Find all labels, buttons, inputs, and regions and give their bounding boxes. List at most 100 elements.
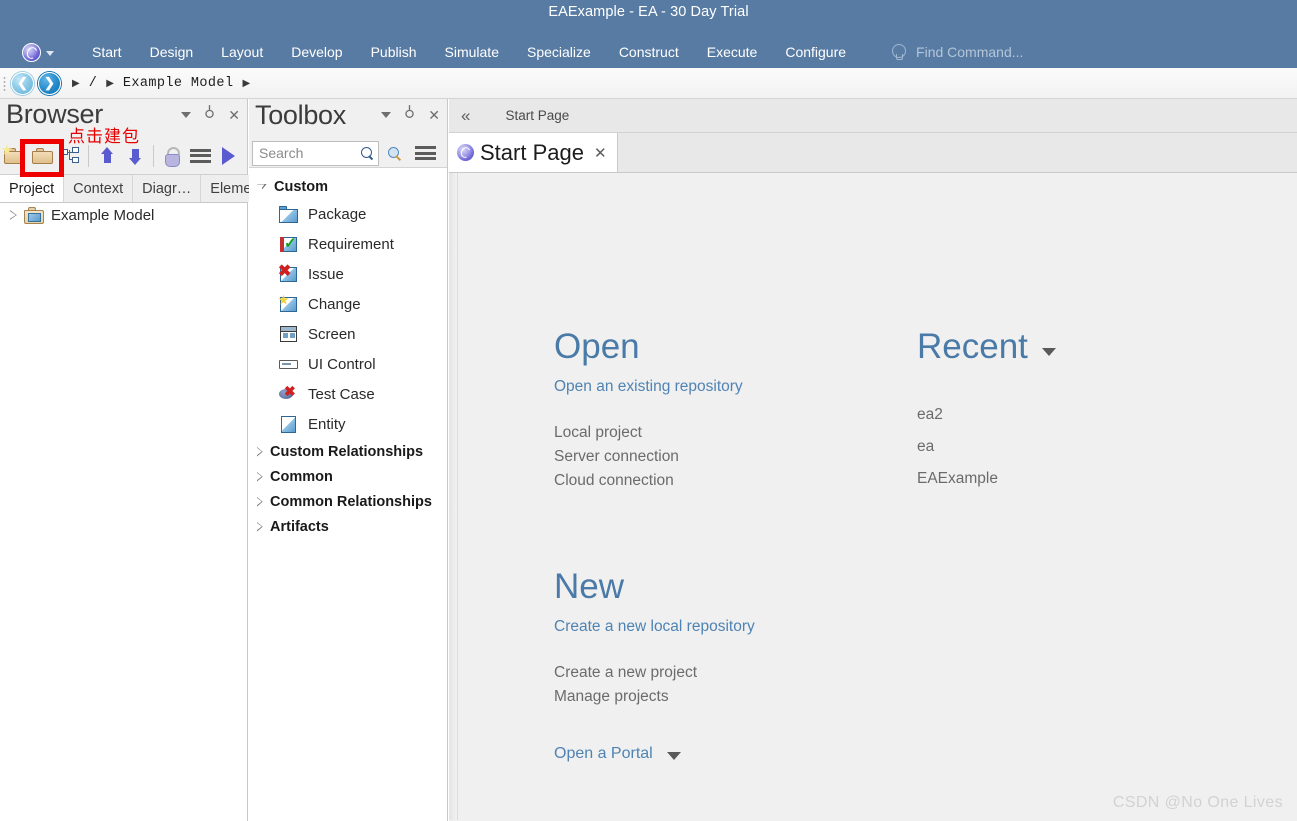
toolbox-item-label: Change <box>308 295 361 313</box>
open-a-portal-button[interactable]: Open a Portal <box>554 745 884 763</box>
chevron-right-icon <box>257 497 263 507</box>
toolbox-group-custom[interactable]: Custom <box>249 174 447 199</box>
close-icon[interactable]: ✕ <box>228 108 240 122</box>
toolbox-group-common[interactable]: Common <box>249 464 447 489</box>
new-model-button[interactable] <box>0 141 28 171</box>
move-down-icon <box>128 147 142 165</box>
document-tab-label: Start Page <box>480 139 584 165</box>
toolbox-item-requirement[interactable]: ✓ Requirement <box>249 229 447 259</box>
start-page-recent-section: Recent ea2 ea EAExample <box>917 328 1247 488</box>
ribbon-tab-design[interactable]: Design <box>136 41 208 63</box>
new-heading: New <box>554 567 625 606</box>
ribbon-tab-strip: Start Design Layout Develop Publish Simu… <box>0 36 1297 68</box>
app-menu-button[interactable] <box>22 42 54 62</box>
toolbox-item-label: Test Case <box>308 385 375 403</box>
recent-item-eaexample[interactable]: EAExample <box>917 470 1247 488</box>
create-new-local-repository-link[interactable]: Create a new local repository <box>554 618 884 636</box>
toolbox-item-label: Screen <box>308 325 356 343</box>
toolbox-item-ui-control[interactable]: UI Control <box>249 349 447 379</box>
application-window: EAExample - EA - 30 Day Trial Start Desi… <box>0 0 1297 821</box>
ribbon-tab-specialize[interactable]: Specialize <box>513 41 605 63</box>
new-package-button[interactable] <box>28 141 56 171</box>
ribbon-tab-publish[interactable]: Publish <box>357 41 431 63</box>
search-placeholder: Search <box>259 145 304 161</box>
document-tab-start-page[interactable]: Start Page ✕ <box>449 133 618 172</box>
toolbox-item-entity[interactable]: Entity <box>249 409 447 439</box>
toolbox-item-change[interactable]: Change <box>249 289 447 319</box>
open-server-connection-item[interactable]: Server connection <box>554 448 884 466</box>
breadcrumb-segment-root[interactable]: / <box>89 76 98 91</box>
start-page-portal-section: Open a Portal <box>554 745 884 763</box>
navigate-back-button[interactable]: ❮ <box>11 71 34 95</box>
open-existing-repository-link[interactable]: Open an existing repository <box>554 378 884 396</box>
list-menu-button[interactable] <box>186 141 214 171</box>
arrow-right-icon: ❯ <box>44 75 55 90</box>
find-toolbox-item-button[interactable] <box>379 140 410 167</box>
toolbox-options-icon <box>415 146 436 160</box>
ribbon-tab-develop[interactable]: Develop <box>277 41 356 63</box>
arrow-left-icon: ❮ <box>17 75 28 90</box>
close-icon[interactable]: ✕ <box>594 144 607 162</box>
toolbox-item-label: Package <box>308 205 367 223</box>
recent-item-ea2[interactable]: ea2 <box>917 406 1247 424</box>
browser-header-buttons: ✕ <box>181 108 240 122</box>
toolbox-item-test-case[interactable]: Test Case <box>249 379 447 409</box>
move-up-icon <box>100 146 114 165</box>
touch-select-button[interactable] <box>158 141 186 171</box>
ribbon-tab-construct[interactable]: Construct <box>605 41 693 63</box>
toolbox-group-custom-relationships[interactable]: Custom Relationships <box>249 439 447 464</box>
toolbox-panel-header: Toolbox ✕ <box>249 99 447 139</box>
chevron-double-left-icon[interactable]: « <box>461 107 470 124</box>
close-icon[interactable]: ✕ <box>428 108 440 122</box>
create-new-project-item[interactable]: Create a new project <box>554 664 884 682</box>
breadcrumb-separator-icon: ▶ <box>106 77 114 89</box>
toolbox-search-row: Search <box>249 139 447 168</box>
lightbulb-icon <box>892 44 907 60</box>
ribbon-tab-execute[interactable]: Execute <box>693 41 772 63</box>
manage-projects-item[interactable]: Manage projects <box>554 688 884 706</box>
browser-tab-diagram[interactable]: Diagr… <box>133 175 202 202</box>
chevron-down-icon[interactable] <box>666 752 681 760</box>
chevron-down-icon <box>257 184 267 190</box>
search-input[interactable]: Search <box>252 140 379 166</box>
run-button[interactable] <box>214 141 242 171</box>
recent-heading-row[interactable]: Recent <box>917 328 1247 366</box>
ribbon-tab-layout[interactable]: Layout <box>207 41 277 63</box>
pin-icon[interactable] <box>204 109 215 121</box>
toolbox-group-label: Custom Relationships <box>270 443 424 460</box>
navigate-forward-button[interactable]: ❯ <box>38 71 61 95</box>
recent-item-ea[interactable]: ea <box>917 438 1247 456</box>
tree-item-example-model[interactable]: Example Model <box>0 203 247 227</box>
toolbox-panel-title: Toolbox <box>255 100 346 130</box>
toolbox-group-common-relationships[interactable]: Common Relationships <box>249 489 447 514</box>
pin-icon[interactable] <box>404 109 415 121</box>
ribbon-bar: EAExample - EA - 30 Day Trial Start Desi… <box>0 0 1297 68</box>
toolbar-divider <box>153 144 154 167</box>
ribbon-tab-simulate[interactable]: Simulate <box>431 41 513 63</box>
change-icon <box>278 294 298 313</box>
browser-tab-project[interactable]: Project <box>0 175 65 202</box>
toolbox-group-artifacts[interactable]: Artifacts <box>249 514 447 539</box>
expander-icon[interactable] <box>10 210 17 220</box>
panel-menu-icon[interactable] <box>381 112 392 118</box>
toolbox-options-button[interactable] <box>410 140 441 167</box>
start-page: Open Open an existing repository Local p… <box>449 173 1297 820</box>
hierarchy-icon <box>60 147 80 164</box>
ribbon-tab-start[interactable]: Start <box>78 41 136 63</box>
toolbox-item-issue[interactable]: ✖ Issue <box>249 259 447 289</box>
toolbox-item-screen[interactable]: Screen <box>249 319 447 349</box>
find-command-box[interactable]: Find Command... <box>892 44 1023 60</box>
toolbox-item-label: Requirement <box>308 235 394 253</box>
open-cloud-connection-item[interactable]: Cloud connection <box>554 472 884 490</box>
toolbar-grip[interactable] <box>3 75 6 91</box>
toolbar-divider <box>88 144 89 167</box>
vertical-scrollbar[interactable] <box>449 173 458 820</box>
breadcrumb-segment-model[interactable]: Example Model <box>123 76 234 91</box>
panel-menu-icon[interactable] <box>181 112 192 118</box>
ea-logo-icon <box>22 42 41 62</box>
chevron-down-icon[interactable] <box>1041 348 1056 357</box>
ribbon-tab-configure[interactable]: Configure <box>771 41 860 63</box>
open-local-project-item[interactable]: Local project <box>554 424 884 442</box>
browser-tab-context[interactable]: Context <box>64 175 134 202</box>
toolbox-item-package[interactable]: Package <box>249 199 447 229</box>
